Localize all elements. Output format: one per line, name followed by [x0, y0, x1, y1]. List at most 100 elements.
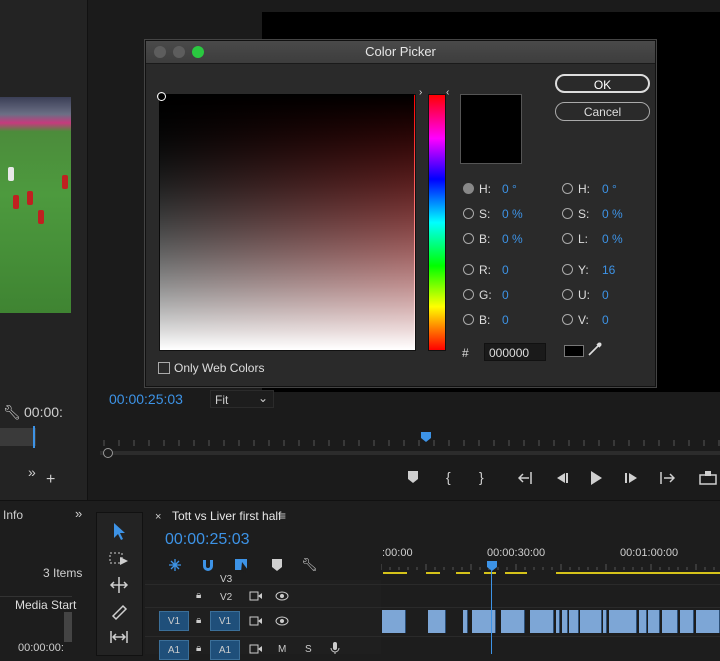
- clip[interactable]: [662, 610, 678, 633]
- hsl-l-radio[interactable]: [562, 233, 573, 244]
- timeline-playhead[interactable]: [491, 568, 492, 654]
- lock-icon[interactable]: 🔒︎: [196, 615, 201, 626]
- eye-icon[interactable]: [275, 616, 289, 626]
- yuv-u-radio[interactable]: [562, 289, 573, 300]
- hsl-s-radio[interactable]: [562, 208, 573, 219]
- hsb-h-radio[interactable]: [463, 183, 474, 194]
- add-marker-timeline-icon[interactable]: [270, 557, 284, 573]
- only-web-colors-checkbox[interactable]: [158, 362, 170, 374]
- hsb-s-value[interactable]: 0 %: [502, 207, 523, 221]
- step-back-icon[interactable]: [554, 471, 570, 485]
- source-patch-a1[interactable]: A1: [159, 640, 189, 660]
- eye-icon[interactable]: [275, 591, 289, 601]
- hue-slider-arrow-right-icon[interactable]: ‹: [446, 87, 449, 98]
- clip[interactable]: [603, 610, 607, 633]
- close-sequence-icon[interactable]: ×: [155, 511, 161, 523]
- nest-icon[interactable]: [167, 557, 183, 573]
- tab-info[interactable]: Info: [3, 508, 23, 522]
- program-scrubber[interactable]: [100, 451, 720, 455]
- source-scrubber[interactable]: [0, 428, 36, 446]
- hsb-b-radio[interactable]: [463, 233, 474, 244]
- clip[interactable]: [530, 610, 554, 633]
- timeline-ruler[interactable]: [381, 562, 720, 572]
- hsl-h-value[interactable]: 0 °: [602, 182, 617, 196]
- clip[interactable]: [609, 610, 637, 633]
- step-forward-icon[interactable]: [624, 471, 640, 485]
- sync-lock-icon[interactable]: [249, 616, 263, 626]
- clip[interactable]: [639, 610, 647, 633]
- mark-in-button[interactable]: {: [446, 469, 451, 485]
- chevron-more-icon[interactable]: »: [28, 464, 36, 480]
- yuv-y-radio[interactable]: [562, 264, 573, 275]
- clip[interactable]: [648, 610, 660, 633]
- timeline-settings-wrench-icon[interactable]: 🔧︎: [301, 557, 318, 573]
- source-playhead[interactable]: [33, 426, 35, 448]
- linked-selection-icon[interactable]: [233, 557, 251, 573]
- panel-overflow-icon[interactable]: »: [75, 506, 82, 521]
- rgb-r-value[interactable]: 0: [502, 263, 509, 277]
- clip[interactable]: [696, 610, 720, 633]
- track-select-tool-icon[interactable]: [97, 549, 142, 569]
- clip[interactable]: [501, 610, 525, 633]
- timeline-timecode[interactable]: 00:00:25:03: [165, 531, 250, 549]
- ok-button[interactable]: OK: [555, 74, 650, 93]
- zoom-fit-select[interactable]: Fit ⌄: [210, 390, 274, 408]
- track-target-v1[interactable]: V1: [210, 611, 240, 631]
- color-field-selector[interactable]: [157, 92, 166, 101]
- program-timecode[interactable]: 00:00:25:03: [109, 391, 183, 407]
- clip[interactable]: [562, 610, 568, 633]
- go-to-in-icon[interactable]: [518, 471, 536, 485]
- yuv-y-value[interactable]: 16: [602, 263, 615, 277]
- ripple-edit-tool-icon[interactable]: [97, 575, 142, 595]
- add-marker-icon[interactable]: [406, 469, 420, 485]
- source-patch-v1[interactable]: V1: [159, 611, 189, 631]
- razor-tool-icon[interactable]: [97, 601, 142, 621]
- snap-magnet-icon[interactable]: [200, 557, 216, 573]
- column-header-media-start[interactable]: Media Start: [15, 598, 76, 612]
- lock-icon[interactable]: 🔒︎: [196, 643, 201, 654]
- project-scrollbar[interactable]: [64, 612, 72, 642]
- selection-tool-icon[interactable]: [97, 521, 142, 541]
- microphone-icon[interactable]: [330, 642, 340, 654]
- go-to-out-icon[interactable]: [657, 471, 675, 485]
- mark-out-button[interactable]: }: [479, 469, 484, 485]
- solo-button[interactable]: S: [305, 644, 312, 655]
- hsl-h-radio[interactable]: [562, 183, 573, 194]
- hsb-b-value[interactable]: 0 %: [502, 232, 523, 246]
- clip[interactable]: [580, 610, 602, 633]
- rgb-b-value[interactable]: 0: [502, 313, 509, 327]
- clip[interactable]: [680, 610, 694, 633]
- clip[interactable]: [556, 610, 560, 633]
- tab-sequence[interactable]: Tott vs Liver first half: [172, 509, 281, 523]
- hex-color-input[interactable]: 000000: [484, 343, 546, 361]
- lock-icon[interactable]: 🔒︎: [196, 590, 201, 601]
- slip-tool-icon[interactable]: [97, 627, 142, 647]
- rgb-r-radio[interactable]: [463, 264, 474, 275]
- dialog-titlebar[interactable]: Color Picker: [146, 41, 655, 64]
- sync-lock-icon[interactable]: [249, 591, 263, 601]
- rgb-g-radio[interactable]: [463, 289, 474, 300]
- clip[interactable]: [382, 610, 406, 633]
- yuv-v-radio[interactable]: [562, 314, 573, 325]
- rgb-b-radio[interactable]: [463, 314, 474, 325]
- hue-slider-arrow-left-icon[interactable]: ›: [419, 87, 422, 98]
- add-button[interactable]: +: [46, 471, 55, 489]
- mute-button[interactable]: M: [278, 644, 286, 655]
- hsl-l-value[interactable]: 0 %: [602, 232, 623, 246]
- wrench-icon[interactable]: 🔧︎: [3, 404, 21, 421]
- play-icon[interactable]: [589, 470, 603, 486]
- export-frame-icon[interactable]: [698, 469, 718, 485]
- sync-lock-icon[interactable]: [249, 644, 263, 654]
- zoom-handle[interactable]: [103, 448, 113, 458]
- hsl-s-value[interactable]: 0 %: [602, 207, 623, 221]
- eyedropper-icon[interactable]: [587, 341, 603, 357]
- only-web-colors-label[interactable]: Only Web Colors: [174, 361, 264, 375]
- clip[interactable]: [569, 610, 579, 633]
- clip[interactable]: [428, 610, 446, 633]
- hue-slider[interactable]: [428, 94, 446, 351]
- track-target-a1[interactable]: A1: [210, 640, 240, 660]
- rgb-g-value[interactable]: 0: [502, 288, 509, 302]
- program-ruler[interactable]: [100, 436, 720, 446]
- hsb-s-radio[interactable]: [463, 208, 474, 219]
- hsb-h-value[interactable]: 0 °: [502, 182, 517, 196]
